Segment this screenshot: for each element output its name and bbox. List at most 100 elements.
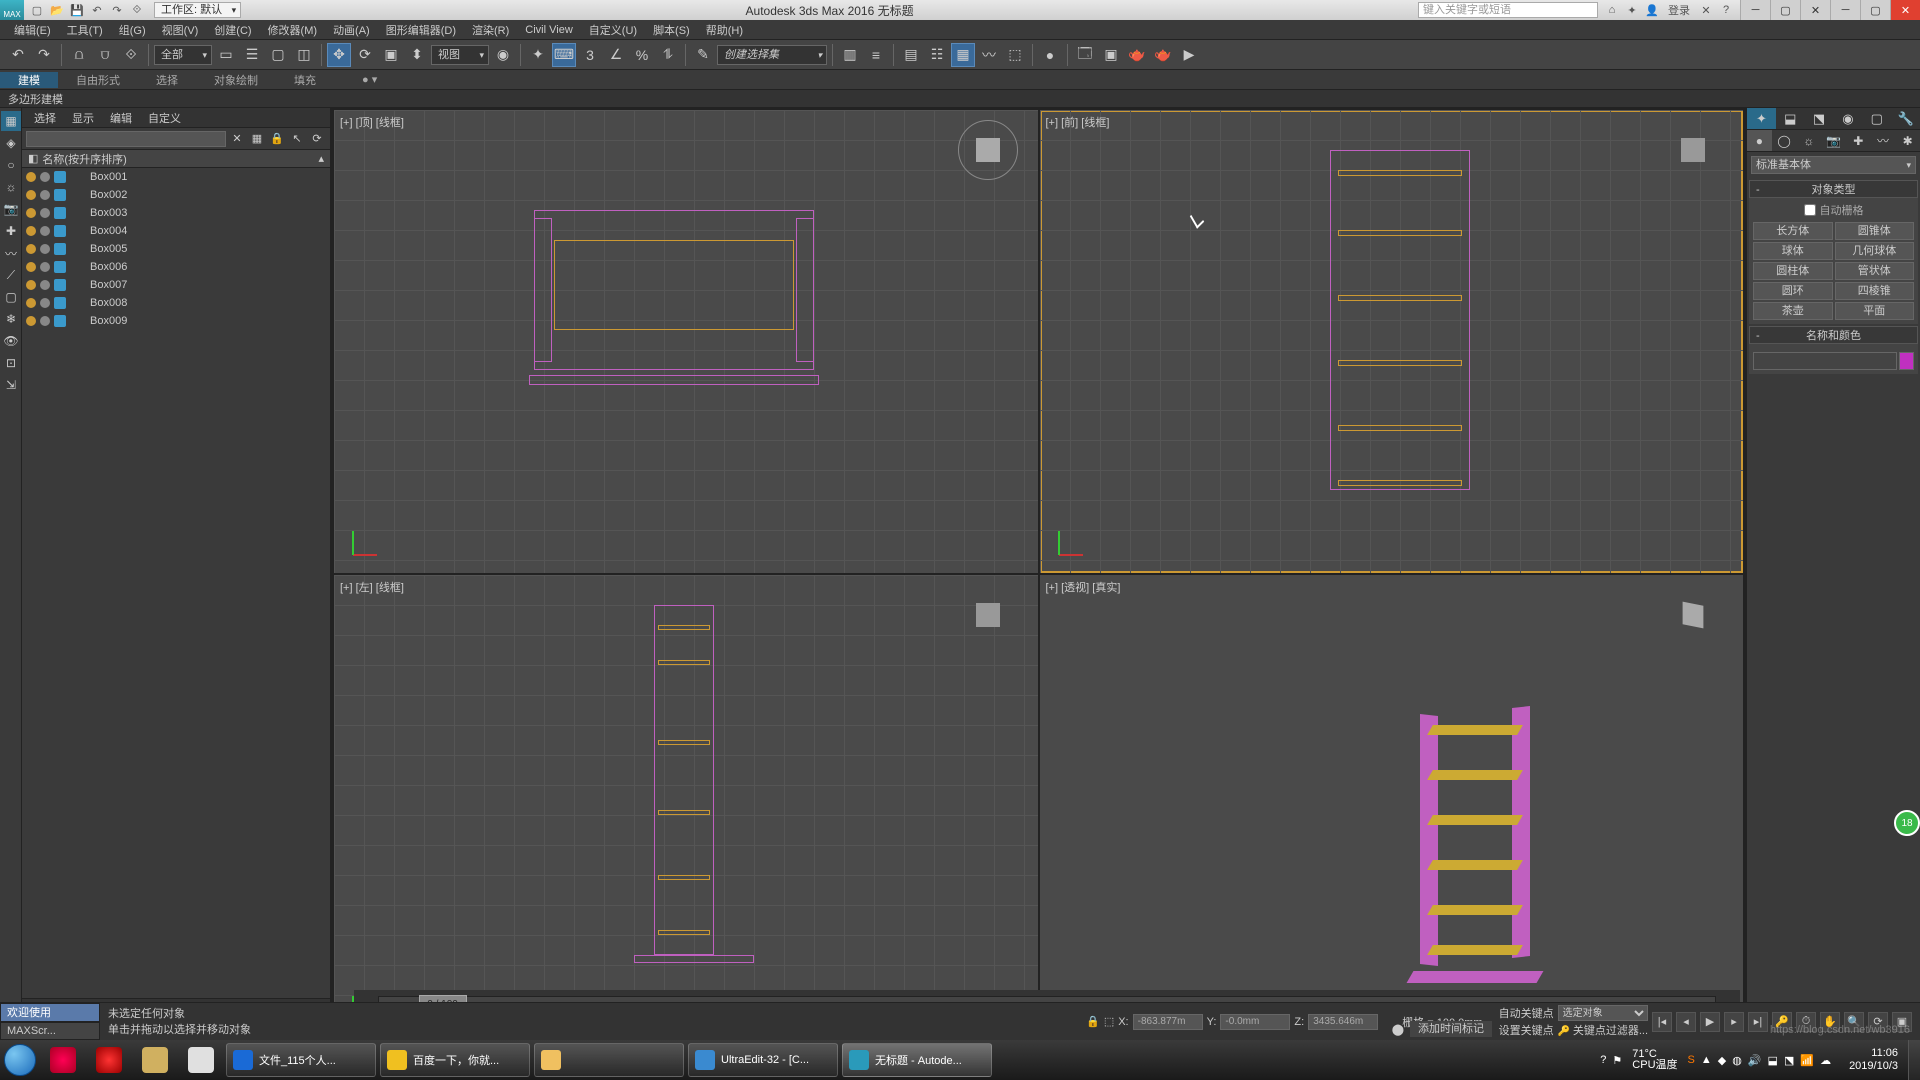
freeze-icon[interactable] [40, 298, 50, 308]
qat-undo-icon[interactable]: ↶ [88, 2, 106, 18]
undo-button[interactable]: ↶ [6, 43, 30, 67]
vp-persp-label[interactable]: [+] [透视] [真实] [1046, 579, 1121, 595]
se-display-all-icon[interactable]: ▦ [1, 111, 21, 131]
cp-sub-lights-icon[interactable]: ☼ [1796, 130, 1821, 151]
user-icon[interactable]: 👤 [1644, 2, 1660, 18]
placement-button[interactable]: ⬍ [405, 43, 429, 67]
vp-top-label[interactable]: [+] [顶] [线框] [340, 114, 404, 130]
manip-button[interactable]: ✦ [526, 43, 550, 67]
primitive-button[interactable]: 长方体 [1753, 222, 1833, 240]
render-teapot-button[interactable]: 🫖 [1125, 43, 1149, 67]
login-label[interactable]: 登录 [1664, 2, 1694, 18]
primitive-button[interactable]: 球体 [1753, 242, 1833, 260]
setkey-button[interactable]: 设置关键点 [1499, 1022, 1554, 1038]
menu-modifiers[interactable]: 修改器(M) [260, 22, 326, 38]
close-button[interactable]: ✕ [1890, 0, 1920, 20]
freeze-icon[interactable] [40, 172, 50, 182]
primitive-button[interactable]: 管状体 [1835, 262, 1915, 280]
primitive-button[interactable]: 圆锥体 [1835, 222, 1915, 240]
visibility-icon[interactable] [26, 208, 36, 218]
coord-x[interactable]: -863.877m [1133, 1014, 1203, 1030]
se-sync-icon[interactable]: ⟳ [308, 130, 326, 148]
play-button[interactable]: ▶ [1700, 1012, 1720, 1032]
exchange-icon[interactable]: ✕ [1698, 2, 1714, 18]
se-frozen-icon[interactable]: ❄ [1, 309, 21, 329]
start-button[interactable] [0, 1040, 40, 1080]
cp-sub-cameras-icon[interactable]: 📷 [1821, 130, 1846, 151]
se-hidden-icon[interactable]: 👁 [1, 331, 21, 351]
freeze-icon[interactable] [40, 280, 50, 290]
tray-icon1[interactable]: ▲ [1701, 1054, 1712, 1066]
freeze-icon[interactable] [40, 190, 50, 200]
align-button[interactable]: ≡ [864, 43, 888, 67]
se-tab-customize[interactable]: 自定义 [140, 110, 189, 126]
render-setup-button[interactable]: 🗔 [1073, 43, 1097, 67]
key-target-dropdown[interactable]: 选定对象 [1558, 1005, 1648, 1021]
menu-tools[interactable]: 工具(T) [59, 22, 111, 38]
spinner-snap-button[interactable]: ⥮ [656, 43, 680, 67]
list-item[interactable]: Box001 [22, 168, 330, 186]
se-tab-select[interactable]: 选择 [26, 110, 64, 126]
se-bone-icon[interactable]: ⟋ [1, 265, 21, 285]
menu-create[interactable]: 创建(C) [206, 22, 259, 38]
cp-tab-create-icon[interactable]: ✦ [1747, 108, 1776, 129]
se-view-icon[interactable]: ▦ [248, 130, 266, 148]
tray-help-icon[interactable]: ? [1600, 1054, 1606, 1066]
visibility-icon[interactable] [26, 244, 36, 254]
maximize-button[interactable]: ▢ [1860, 0, 1890, 20]
edit-named-sel-button[interactable]: ✎ [691, 43, 715, 67]
visibility-icon[interactable] [26, 298, 36, 308]
percent-snap-button[interactable]: % [630, 43, 654, 67]
rollout-header-objtype[interactable]: 对象类型 [1749, 180, 1918, 198]
goto-end-button[interactable]: ▸| [1748, 1012, 1768, 1032]
list-item[interactable]: Box006 [22, 258, 330, 276]
keyboard-shortcut-button[interactable]: ⌨ [552, 43, 576, 67]
refcoord-dropdown[interactable]: 视图 [431, 45, 489, 65]
menu-customize[interactable]: 自定义(U) [581, 22, 645, 38]
menu-views[interactable]: 视图(V) [154, 22, 207, 38]
infocenter-icon[interactable]: ⌂ [1604, 2, 1620, 18]
cp-tab-hierarchy-icon[interactable]: ⬔ [1805, 108, 1834, 129]
mirror-button[interactable]: ▥ [838, 43, 862, 67]
system-tray[interactable]: ? ⚑ 71°C CPU温度 S ▲ ◆ ◍ 🔊 ⬓ ⬔ 📶 ☁ [1592, 1049, 1839, 1071]
help-search-input[interactable]: 键入关键字或短语 [1418, 2, 1598, 18]
geometry-category-dropdown[interactable]: 标准基本体 [1751, 156, 1916, 174]
primitive-button[interactable]: 四棱锥 [1835, 282, 1915, 300]
viewcube-front[interactable] [1663, 120, 1723, 180]
scale-button[interactable]: ▣ [379, 43, 403, 67]
vp-left-label[interactable]: [+] [左] [线框] [340, 579, 404, 595]
move-button[interactable]: ✥ [327, 43, 351, 67]
viewcube-left[interactable] [958, 585, 1018, 645]
pin-app4[interactable] [179, 1042, 223, 1078]
object-color-swatch[interactable] [1899, 352, 1914, 370]
tray-icon2[interactable]: ◆ [1718, 1054, 1726, 1067]
viewport-top[interactable]: [+] [顶] [线框] [334, 110, 1038, 573]
curve-editor-button[interactable]: 〰 [977, 43, 1001, 67]
se-tab-edit[interactable]: 编辑 [102, 110, 140, 126]
cp-sub-shapes-icon[interactable]: ◯ [1772, 130, 1797, 151]
layers-button[interactable]: ▤ [899, 43, 923, 67]
selection-filter[interactable]: 全部 [154, 45, 212, 65]
primitive-button[interactable]: 茶壶 [1753, 302, 1833, 320]
se-groups-icon[interactable]: ⊡ [1, 353, 21, 373]
menu-maxscript[interactable]: 脚本(S) [645, 22, 698, 38]
welcome-tab[interactable]: 欢迎使用 [0, 1003, 100, 1022]
render-prod-button[interactable]: ▶ [1177, 43, 1201, 67]
menu-grapheditors[interactable]: 图形编辑器(D) [378, 22, 464, 38]
menu-edit[interactable]: 编辑(E) [6, 22, 59, 38]
notification-badge[interactable]: 18 [1894, 810, 1920, 836]
cp-tab-motion-icon[interactable]: ◉ [1833, 108, 1862, 129]
bind-button[interactable]: ⟐ [119, 43, 143, 67]
menu-rendering[interactable]: 渲染(R) [464, 22, 517, 38]
maximize-inner-button[interactable]: ▢ [1770, 0, 1800, 20]
taskbar-clock[interactable]: 11:062019/10/3 [1839, 1047, 1908, 1073]
cp-sub-helpers-icon[interactable]: ✚ [1846, 130, 1871, 151]
qat-new-icon[interactable]: ▢ [28, 2, 46, 18]
help-icon[interactable]: ? [1718, 2, 1734, 18]
se-clear-icon[interactable]: ✕ [228, 130, 246, 148]
minimize-inner-button[interactable]: ─ [1740, 0, 1770, 20]
cp-tab-modify-icon[interactable]: ⬓ [1776, 108, 1805, 129]
primitive-button[interactable]: 平面 [1835, 302, 1915, 320]
visibility-icon[interactable] [26, 262, 36, 272]
select-window-button[interactable]: ◫ [292, 43, 316, 67]
